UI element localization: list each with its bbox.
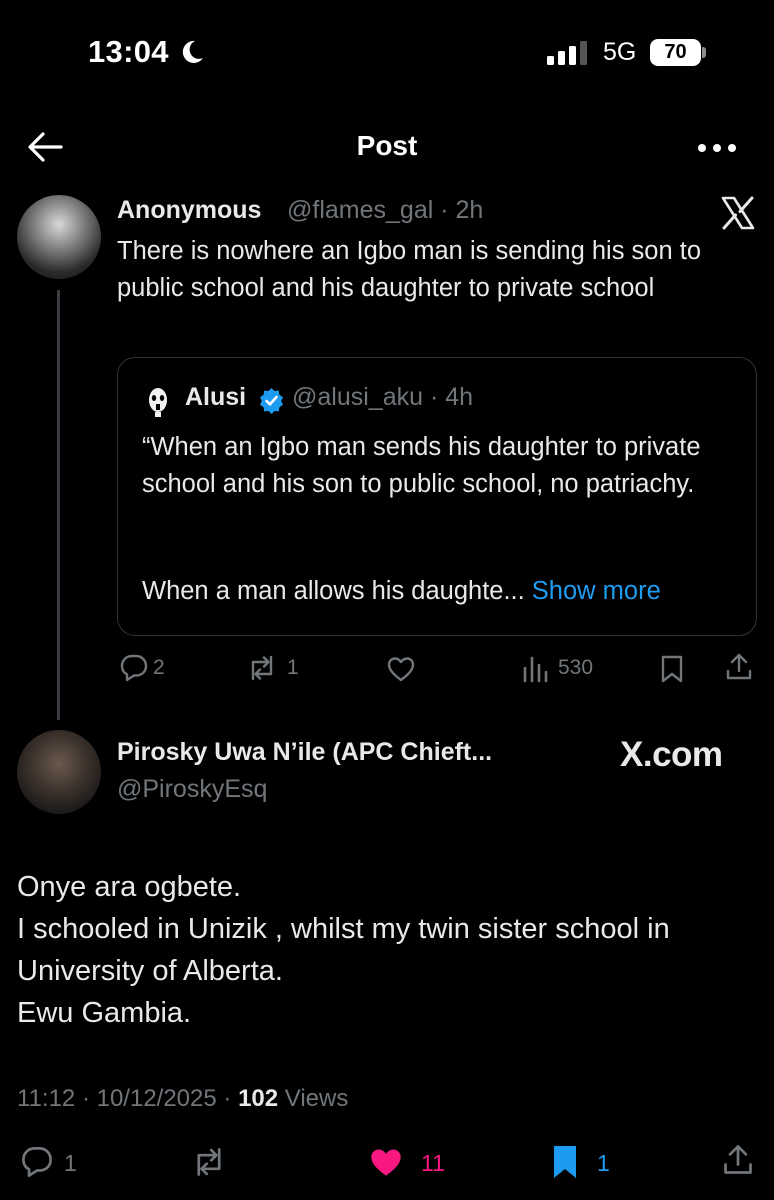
tweet-line: Onye ara ogbete. xyxy=(17,871,242,903)
author-handle[interactable]: @flames_gal · 2h xyxy=(287,196,483,225)
more-icon[interactable] xyxy=(697,143,737,153)
tweet-text: There is nowhere an Igbo man is sending … xyxy=(117,237,702,302)
bookmark-count: 1 xyxy=(597,1150,610,1176)
bookmarked-icon[interactable] xyxy=(550,1144,580,1180)
quoted-tweet-text: “When an Igbo man sends his daughter to … xyxy=(142,433,701,498)
moon-icon xyxy=(182,40,203,63)
avatar[interactable] xyxy=(17,730,101,814)
tweet-metadata: 11:12 · 10/12/2025 · 102 Views xyxy=(17,1085,348,1113)
reply-icon[interactable] xyxy=(20,1145,54,1179)
network-label: 5G xyxy=(603,38,637,66)
reply-count: 1 xyxy=(64,1150,77,1176)
like-icon[interactable] xyxy=(386,654,416,684)
mask-avatar-icon xyxy=(149,388,167,417)
page-title: Post xyxy=(356,130,418,161)
quoted-tweet-text-truncated: When a man allows his daughte... Show mo… xyxy=(142,577,661,606)
liked-heart-icon[interactable] xyxy=(368,1145,404,1179)
author-handle[interactable]: @PiroskyEsq xyxy=(117,775,267,804)
views-count: 102 xyxy=(238,1085,279,1112)
tweet-text: Onye ara ogbete. I schooled in Unizik , … xyxy=(17,866,762,1034)
status-time: 13:04 xyxy=(88,34,169,69)
tweet-line: Ewu Gambia. xyxy=(17,997,192,1029)
views-icon[interactable] xyxy=(521,654,551,684)
reply-icon[interactable] xyxy=(119,653,149,683)
share-icon[interactable] xyxy=(724,652,754,682)
share-icon[interactable] xyxy=(721,1143,755,1177)
reply-count: 2 xyxy=(153,656,165,679)
show-more-link[interactable]: Show more xyxy=(525,577,661,605)
battery-indicator: 70 xyxy=(650,39,701,66)
signal-icon xyxy=(547,41,587,65)
verified-badge-icon xyxy=(260,388,283,414)
views-label: Views xyxy=(278,1085,349,1112)
tweet-line: I schooled in Unizik , whilst my twin si… xyxy=(17,913,670,987)
repost-icon[interactable] xyxy=(247,653,277,683)
timestamp: 11:12 · 10/12/2025 · xyxy=(17,1085,239,1112)
truncated-text: When a man allows his daughte... xyxy=(142,577,525,605)
quoted-author-name[interactable]: Alusi xyxy=(185,383,246,412)
x-logo-icon xyxy=(721,196,755,230)
repost-icon[interactable] xyxy=(192,1145,226,1179)
thread-line xyxy=(57,290,60,720)
quoted-author-handle[interactable]: @alusi_aku · 4h xyxy=(292,383,473,412)
bookmark-icon[interactable] xyxy=(657,654,687,684)
battery-nub xyxy=(702,47,706,58)
avatar[interactable] xyxy=(17,195,101,279)
repost-count: 1 xyxy=(287,656,299,679)
xcom-watermark: X.com xyxy=(620,735,723,774)
author-name[interactable]: Anonymous xyxy=(117,196,261,225)
author-name[interactable]: Pirosky Uwa N’ile (APC Chieft... xyxy=(117,738,492,767)
like-count: 11 xyxy=(421,1150,445,1176)
views-count: 530 xyxy=(558,656,594,679)
